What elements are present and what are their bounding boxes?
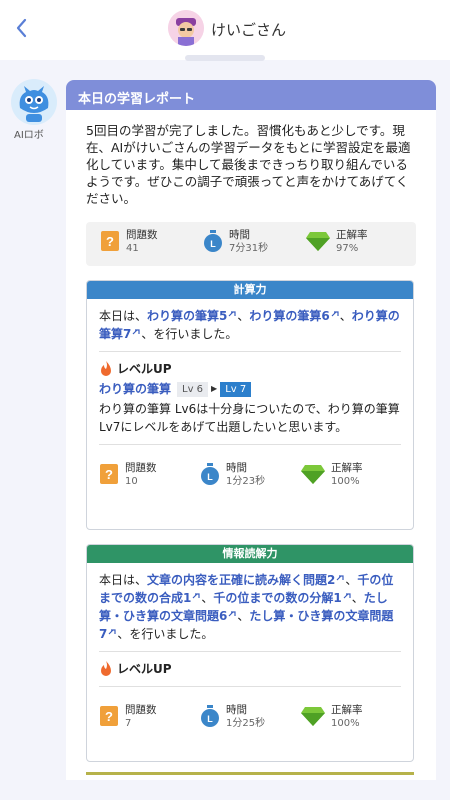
stat-time: L 時間 1分23秒 bbox=[200, 461, 300, 489]
report-intro: 5回目の学習が完了しました。習慣化もあと少しです。現在、AIがけいごさんの学習デ… bbox=[86, 123, 411, 206]
stat-accuracy: 正解率 100% bbox=[301, 461, 401, 489]
page-title: けいごさん bbox=[211, 21, 287, 39]
item-link[interactable]: わり算の筆算5 bbox=[147, 309, 227, 323]
bot-label: AIロボ bbox=[14, 130, 44, 141]
stat-accuracy: 正解率 97% bbox=[306, 228, 406, 266]
summary-suffix: を行いました。 bbox=[153, 327, 238, 341]
question-book-icon: ? bbox=[101, 231, 119, 251]
gem-icon bbox=[301, 465, 325, 484]
stat-time: L 時間 1分25秒 bbox=[200, 703, 300, 731]
section-summary: 本日は、わり算の筆算5 、わり算の筆算6 、わり算の筆算7 、を行いました。 bbox=[99, 309, 400, 341]
level-change-row: わり算の筆算 Lv 6 ▶ Lv 7 bbox=[99, 380, 401, 398]
question-book-icon: ? bbox=[100, 706, 118, 726]
link-icon bbox=[228, 311, 236, 317]
report-title: 本日の学習レポート bbox=[66, 80, 436, 110]
stat-accuracy: 正解率 100% bbox=[301, 703, 401, 731]
link-icon bbox=[331, 311, 339, 317]
timer-icon: L bbox=[201, 463, 219, 485]
link-icon bbox=[132, 329, 140, 335]
flame-icon bbox=[101, 661, 111, 676]
top-header: けいごさん bbox=[0, 0, 450, 61]
summary-prefix: 本日は、 bbox=[99, 309, 148, 323]
levelup-label: レベルUP bbox=[117, 362, 172, 376]
stat-value: 10 bbox=[125, 476, 138, 487]
link-icon bbox=[108, 629, 116, 635]
stat-value: 1分23秒 bbox=[226, 476, 266, 487]
item-link[interactable]: 文章の内容を正確に読み解く問題2 bbox=[147, 573, 335, 587]
level-description: わり算の筆算 Lv6は十分身についたので、わり算の筆算 Lv7にレベルをあげて出… bbox=[99, 402, 400, 434]
question-book-icon: ? bbox=[100, 464, 118, 484]
report-card: 本日の学習レポート 5回目の学習が完了しました。習慣化もあと少しです。現在、AI… bbox=[66, 80, 436, 780]
stat-label: 時間 bbox=[226, 462, 247, 474]
divider bbox=[99, 686, 401, 687]
stat-label: 時間 bbox=[229, 229, 250, 241]
robot-avatar-icon bbox=[10, 78, 58, 126]
timer-icon: L bbox=[201, 705, 219, 727]
stat-label: 正解率 bbox=[336, 229, 368, 241]
summary-prefix: 本日は、 bbox=[99, 573, 148, 587]
total-stats: ? 問題数 41 L 時間 7分31秒 正解率 97% bbox=[86, 222, 416, 266]
chevron-left-icon bbox=[16, 18, 27, 38]
level-from-badge: Lv 6 bbox=[177, 381, 209, 397]
stat-label: 時間 bbox=[226, 704, 247, 716]
svg-text:?: ? bbox=[105, 709, 113, 724]
stat-questions: ? 問題数 41 bbox=[100, 228, 200, 266]
avatar[interactable] bbox=[168, 10, 204, 46]
link-icon bbox=[343, 593, 351, 599]
link-icon bbox=[336, 575, 344, 581]
section-title: 情報読解力 bbox=[87, 545, 413, 563]
stat-value: 100% bbox=[331, 476, 360, 487]
svg-text:?: ? bbox=[105, 467, 113, 482]
stat-value: 7 bbox=[125, 718, 132, 729]
stat-time: L 時間 7分31秒 bbox=[203, 228, 303, 266]
arrow-right-icon: ▶ bbox=[211, 384, 218, 393]
next-section-edge bbox=[86, 772, 414, 780]
timer-icon: L bbox=[204, 230, 222, 252]
svg-text:L: L bbox=[207, 714, 213, 724]
level-item-link[interactable]: わり算の筆算 bbox=[99, 380, 171, 398]
stat-value: 7分31秒 bbox=[229, 243, 269, 254]
summary-suffix: を行いました。 bbox=[129, 627, 214, 641]
svg-text:L: L bbox=[210, 239, 216, 249]
stat-value: 1分25秒 bbox=[226, 718, 266, 729]
svg-text:?: ? bbox=[106, 234, 114, 249]
stat-value: 97% bbox=[336, 243, 359, 254]
divider bbox=[99, 651, 401, 652]
section-stats: ? 問題数 10 L 時間 1分23秒 正解率 100% bbox=[99, 453, 401, 497]
levelup-heading: レベルUP bbox=[99, 660, 401, 678]
stat-label: 問題数 bbox=[125, 462, 157, 474]
item-link[interactable]: わり算の筆算6 bbox=[249, 309, 329, 323]
header-divider bbox=[185, 55, 265, 61]
gem-icon bbox=[301, 707, 325, 726]
stat-label: 問題数 bbox=[126, 229, 158, 241]
levelup-heading: レベルUP bbox=[99, 360, 401, 378]
section-summary: 本日は、文章の内容を正確に読み解く問題2 、千の位までの数の合成1 、千の位までの数… bbox=[99, 573, 394, 641]
stat-questions: ? 問題数 7 bbox=[99, 703, 199, 731]
svg-text:L: L bbox=[207, 472, 213, 482]
link-icon bbox=[228, 611, 236, 617]
stat-value: 41 bbox=[126, 243, 139, 254]
gem-icon bbox=[306, 232, 330, 251]
stat-label: 問題数 bbox=[125, 704, 157, 716]
divider bbox=[99, 351, 401, 352]
stat-label: 正解率 bbox=[331, 462, 363, 474]
flame-icon bbox=[101, 361, 111, 376]
level-to-badge: Lv 7 bbox=[220, 381, 252, 397]
levelup-label: レベルUP bbox=[117, 662, 172, 676]
section-stats: ? 問題数 7 L 時間 1分25秒 正解率 100% bbox=[99, 695, 401, 739]
link-icon bbox=[192, 593, 200, 599]
item-link[interactable]: 千の位までの数の分解1 bbox=[213, 591, 341, 605]
stat-questions: ? 問題数 10 bbox=[99, 461, 199, 489]
stat-value: 100% bbox=[331, 718, 360, 729]
stat-label: 正解率 bbox=[331, 704, 363, 716]
section-reading: 情報読解力 本日は、文章の内容を正確に読み解く問題2 、千の位までの数の合成1 、千… bbox=[86, 544, 414, 762]
section-title: 計算力 bbox=[87, 281, 413, 299]
section-calculation: 計算力 本日は、わり算の筆算5 、わり算の筆算6 、わり算の筆算7 、を行いました。 … bbox=[86, 280, 414, 530]
divider bbox=[99, 444, 401, 445]
back-button[interactable] bbox=[12, 14, 32, 42]
